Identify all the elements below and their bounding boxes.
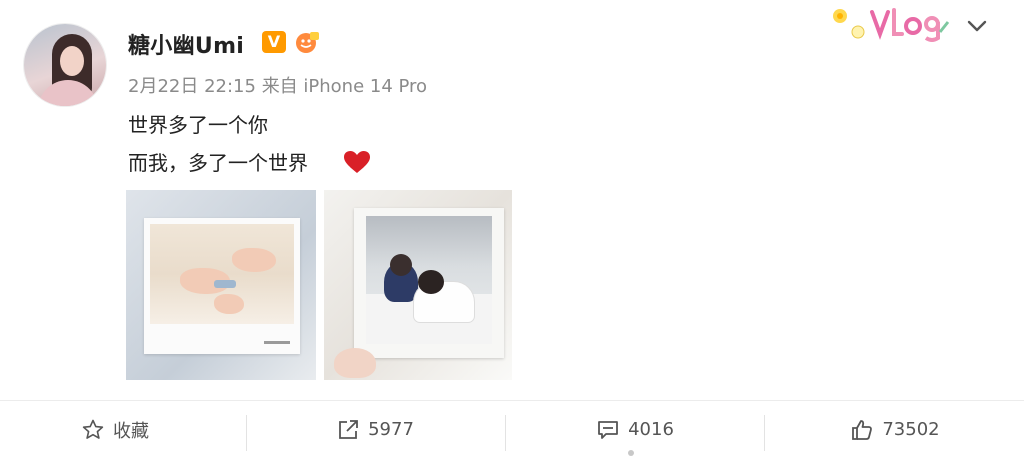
favorite-button[interactable]: 收藏: [40, 401, 190, 458]
comment-button[interactable]: 4016: [560, 401, 710, 458]
polaroid-frame: [144, 218, 300, 354]
heart-emoji-icon: [344, 151, 370, 173]
username[interactable]: 糖小幽Umi: [128, 28, 244, 60]
baby-feet-photo: [150, 224, 294, 324]
like-count: 73502: [882, 419, 940, 440]
comment-count: 4016: [628, 419, 674, 440]
timestamp[interactable]: 2月22日 22:15: [128, 76, 256, 97]
divider: [505, 415, 506, 451]
person-head: [390, 254, 412, 276]
post-image-2[interactable]: [324, 190, 512, 380]
post-meta: 2月22日 22:15 来自 iPhone 14 Pro: [128, 72, 427, 98]
repost-icon: [339, 419, 358, 439]
polaroid-caption: [264, 341, 290, 344]
level-badge-icon: [296, 32, 319, 53]
star-icon: [82, 419, 104, 439]
post-text-line-2: 而我，多了一个世界: [128, 151, 308, 175]
divider: [246, 415, 247, 451]
baby-foot: [214, 294, 244, 314]
post-image-1[interactable]: [126, 190, 316, 380]
avatar-face: [60, 46, 84, 76]
chevron-down-icon[interactable]: [966, 18, 988, 34]
weibo-post-card: 糖小幽Umi V 2月22日 22:15 来自 iPhone 14 Pro 世界…: [0, 0, 1024, 457]
comment-icon: [598, 420, 618, 439]
avatar[interactable]: [24, 24, 106, 106]
verified-badge-icon: V: [262, 31, 286, 53]
post-text-line-1: 世界多了一个你: [128, 113, 268, 137]
page-indicator-dot: [628, 450, 634, 456]
source: 来自 iPhone 14 Pro: [261, 76, 428, 97]
polaroid-frame: [354, 208, 504, 358]
action-bar: 收藏 5977 4016 73502: [0, 400, 1024, 458]
repost-count: 5977: [368, 419, 414, 440]
like-button[interactable]: 73502: [820, 401, 970, 458]
hospital-bed-photo: [366, 216, 492, 344]
vlog-sticker-icon: [833, 8, 950, 42]
baby-wristband: [214, 280, 236, 288]
favorite-label: 收藏: [113, 420, 149, 442]
holding-hand: [334, 348, 376, 378]
baby-foot: [232, 248, 276, 272]
person-head: [418, 270, 444, 294]
thumbs-up-icon: [852, 419, 873, 440]
divider: [764, 415, 765, 451]
repost-button[interactable]: 5977: [300, 401, 450, 458]
